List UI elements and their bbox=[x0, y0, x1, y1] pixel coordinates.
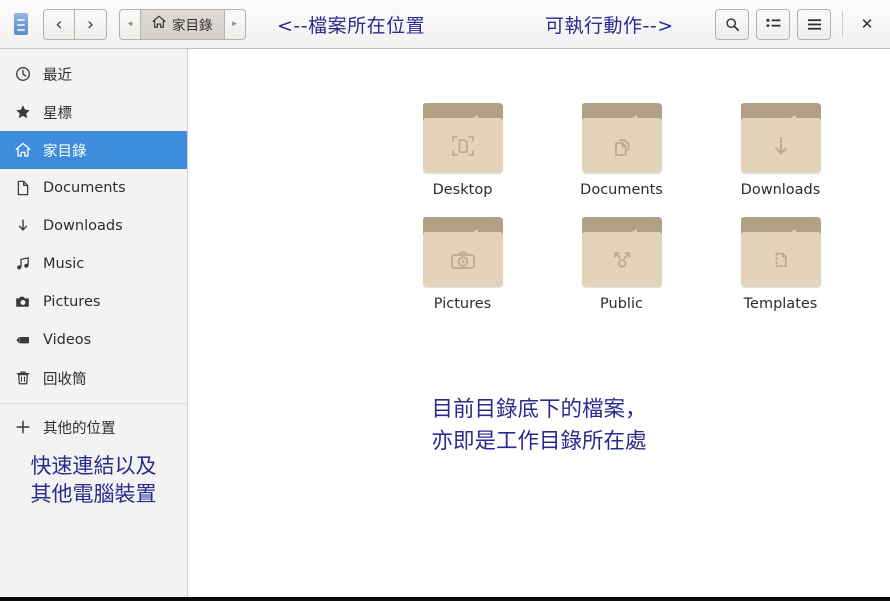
documents-emblem bbox=[582, 118, 662, 173]
sidebar-item-label: 回收筒 bbox=[43, 368, 87, 389]
folder-item-downloads[interactable]: Downloads bbox=[701, 101, 860, 198]
close-icon[interactable]: ✕ bbox=[854, 11, 880, 37]
header-right-group: ✕ bbox=[715, 9, 880, 40]
folder-label: Templates bbox=[744, 296, 818, 312]
folder-label: Desktop bbox=[433, 182, 493, 198]
back-button[interactable]: ‹ bbox=[43, 9, 75, 40]
download-emblem bbox=[741, 118, 821, 173]
sidebar-item-other-locations[interactable]: 其他的位置 bbox=[0, 408, 187, 446]
sidebar-item-recent[interactable]: 最近 bbox=[0, 55, 187, 93]
folder-label: Downloads bbox=[741, 182, 821, 198]
sidebar-item-label: Videos bbox=[43, 332, 91, 348]
annotation-content: 目前目錄底下的檔案， 亦即是工作目錄所在處 bbox=[188, 394, 890, 458]
annotation-sidebar-line1: 快速連結以及 bbox=[6, 453, 181, 481]
document-icon bbox=[14, 180, 31, 197]
sidebar-item-label: 最近 bbox=[43, 64, 72, 85]
folder-item-documents[interactable]: Documents bbox=[542, 101, 701, 198]
sidebar-item-music[interactable]: Music bbox=[0, 245, 187, 283]
folder-item-videos[interactable]: Videos bbox=[860, 215, 890, 312]
breadcrumb: ◂ 家目錄 ▸ bbox=[119, 9, 246, 40]
file-manager-icon bbox=[10, 11, 32, 37]
breadcrumb-item-home[interactable]: 家目錄 bbox=[140, 9, 225, 40]
annotation-sidebar: 快速連結以及 其他電腦裝置 bbox=[0, 453, 187, 508]
star-icon bbox=[14, 104, 31, 121]
file-manager-window: ‹ › ◂ 家目錄 ▸ bbox=[0, 0, 890, 601]
template-emblem bbox=[741, 232, 821, 287]
sidebar-item-label: 家目錄 bbox=[43, 140, 87, 161]
folder-icon bbox=[741, 215, 821, 287]
video-icon bbox=[14, 332, 31, 349]
folder-item-pictures[interactable]: Pictures bbox=[383, 215, 542, 312]
header-separator bbox=[842, 11, 843, 37]
sidebar-item-label: 其他的位置 bbox=[43, 417, 116, 438]
sidebar-item-pictures[interactable]: Pictures bbox=[0, 283, 187, 321]
folder-icon bbox=[741, 101, 821, 173]
folder-label: Public bbox=[600, 296, 643, 312]
breadcrumb-scroll-right-button[interactable]: ▸ bbox=[225, 9, 246, 40]
sidebar-item-videos[interactable]: Videos bbox=[0, 321, 187, 359]
sidebar-item-starred[interactable]: 星標 bbox=[0, 93, 187, 131]
list-view-icon[interactable] bbox=[756, 9, 790, 40]
folder-icon bbox=[582, 101, 662, 173]
desktop-emblem bbox=[423, 118, 503, 173]
folder-item-public[interactable]: Public bbox=[542, 215, 701, 312]
folder-label: Pictures bbox=[434, 296, 491, 312]
sidebar-item-label: 星標 bbox=[43, 102, 72, 123]
clock-icon bbox=[14, 66, 31, 83]
annotation-location-arrow: <--檔案所在位置 bbox=[277, 0, 425, 49]
sidebar-item-trash[interactable]: 回收筒 bbox=[0, 359, 187, 397]
camera-icon bbox=[14, 294, 31, 311]
sidebar-item-label: Documents bbox=[43, 180, 126, 196]
forward-button[interactable]: › bbox=[75, 9, 107, 40]
annotation-sidebar-line2: 其他電腦裝置 bbox=[6, 481, 181, 509]
breadcrumb-scroll-left-button[interactable]: ◂ bbox=[119, 9, 140, 40]
folder-icon bbox=[423, 101, 503, 173]
sidebar-item-label: Music bbox=[43, 256, 84, 272]
window-body: 最近 星標 家目錄 bbox=[0, 49, 890, 597]
folder-item-music[interactable]: Music bbox=[860, 101, 890, 198]
header-left-group: ‹ › ◂ 家目錄 ▸ bbox=[10, 9, 246, 40]
sidebar: 最近 星標 家目錄 bbox=[0, 49, 188, 597]
folder-icon bbox=[582, 215, 662, 287]
annotation-content-line1: 目前目錄底下的檔案， bbox=[188, 394, 890, 426]
header-bar: ‹ › ◂ 家目錄 ▸ bbox=[0, 0, 890, 49]
sidebar-item-home[interactable]: 家目錄 bbox=[0, 131, 187, 169]
folder-grid: Desktop Documents bbox=[188, 49, 890, 312]
camera-emblem bbox=[423, 232, 503, 287]
trash-icon bbox=[14, 370, 31, 387]
share-emblem bbox=[582, 232, 662, 287]
sidebar-item-downloads[interactable]: Downloads bbox=[0, 207, 187, 245]
download-icon bbox=[14, 218, 31, 235]
home-icon bbox=[14, 142, 31, 159]
sidebar-item-documents[interactable]: Documents bbox=[0, 169, 187, 207]
file-list-view[interactable]: Desktop Documents bbox=[188, 49, 890, 597]
folder-item-desktop[interactable]: Desktop bbox=[383, 101, 542, 198]
navigation-buttons: ‹ › bbox=[43, 9, 107, 40]
sidebar-divider bbox=[0, 403, 187, 404]
annotation-content-line2: 亦即是工作目錄所在處 bbox=[188, 426, 890, 458]
music-icon bbox=[14, 256, 31, 273]
sidebar-item-label: Pictures bbox=[43, 294, 100, 310]
folder-icon bbox=[423, 215, 503, 287]
plus-icon bbox=[14, 419, 31, 436]
hamburger-menu-icon[interactable] bbox=[797, 9, 831, 40]
breadcrumb-label: 家目錄 bbox=[172, 14, 213, 34]
search-icon[interactable] bbox=[715, 9, 749, 40]
sidebar-item-label: Downloads bbox=[43, 218, 123, 234]
folder-label: Documents bbox=[580, 182, 663, 198]
home-icon bbox=[152, 15, 166, 33]
folder-item-templates[interactable]: Templates bbox=[701, 215, 860, 312]
annotation-actions-arrow: 可執行動作--> bbox=[545, 0, 674, 49]
